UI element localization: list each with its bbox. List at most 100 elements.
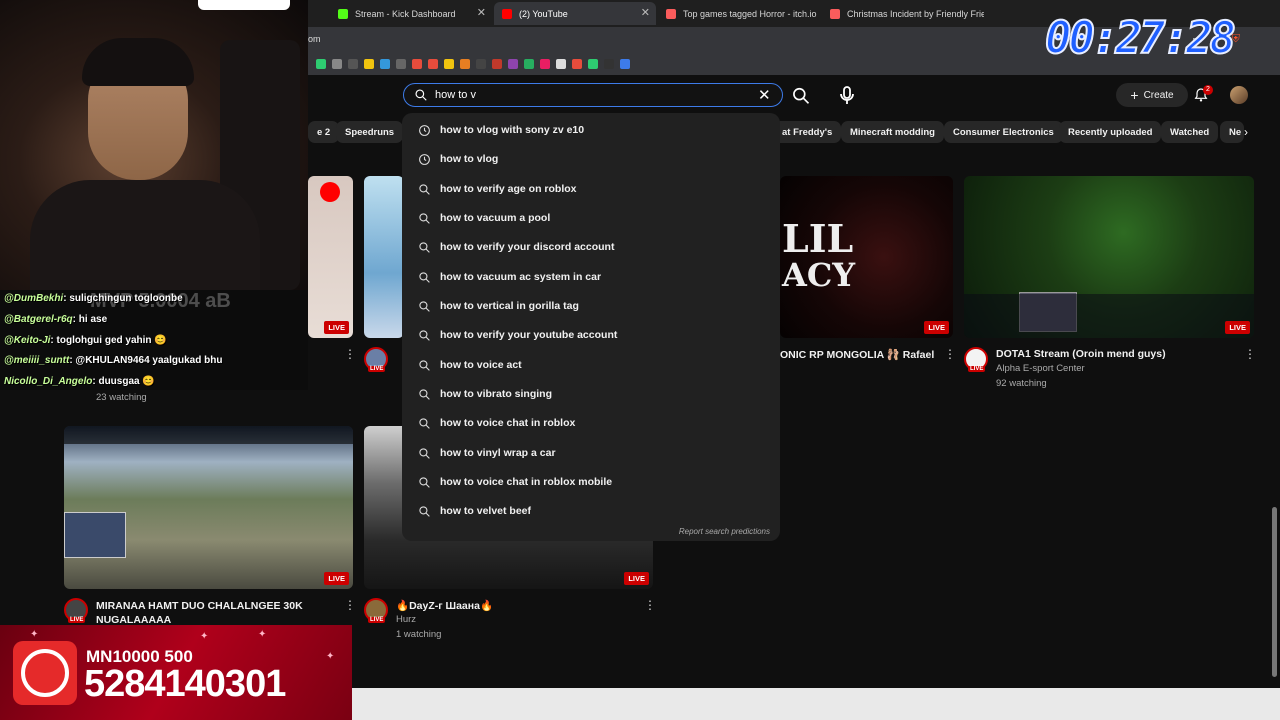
video-thumbnail[interactable]: LIVE: [64, 426, 353, 589]
viewer-count: 92 watching: [996, 378, 1047, 389]
search-icon: [419, 506, 430, 517]
chevron-right-icon[interactable]: ›: [1244, 125, 1248, 139]
more-options-icon[interactable]: ⋮: [344, 347, 356, 361]
voice-search-button[interactable]: [835, 83, 859, 107]
chip[interactable]: Speedruns: [336, 121, 404, 143]
suggestion-text: how to vertical in gorilla tag: [440, 300, 579, 312]
video-thumbnail[interactable]: [364, 176, 404, 338]
folder-icon[interactable]: [364, 59, 374, 69]
live-badge: LIVE: [1225, 321, 1250, 334]
history-icon: [419, 154, 430, 165]
create-button[interactable]: + Create: [1116, 83, 1188, 107]
bookmark-icon[interactable]: [524, 59, 534, 69]
chip[interactable]: at Freddy's: [773, 121, 842, 143]
bookmark-icon[interactable]: [412, 59, 422, 69]
play-icon: [320, 182, 340, 202]
bookmark-icon[interactable]: [604, 59, 614, 69]
video-title[interactable]: 🔥DayZ-г Шаана🔥: [396, 599, 493, 612]
more-options-icon[interactable]: ⋮: [344, 598, 356, 612]
tab-label: Christmas Incident by Friendly Friend: [847, 8, 984, 19]
bookmark-icon[interactable]: [556, 59, 566, 69]
game-hud: [964, 294, 1254, 338]
bookmark-icon[interactable]: [332, 59, 342, 69]
url-text[interactable]: om: [308, 34, 321, 44]
suggestion-item[interactable]: how to voice act: [402, 351, 780, 380]
video-title[interactable]: DOTA1 Stream (Oroin mend guys): [996, 348, 1166, 360]
video-title[interactable]: ONIC RP MONGOLIA 🩰 Rafael: [780, 348, 934, 361]
suggestion-item[interactable]: how to vinyl wrap a car: [402, 439, 780, 468]
suggestion-item[interactable]: how to vacuum ac system in car: [402, 263, 780, 292]
page-scrollbar[interactable]: [1270, 115, 1278, 690]
bookmark-icon[interactable]: [380, 59, 390, 69]
history-icon: [419, 125, 430, 136]
yin-yang-icon: [21, 649, 69, 697]
youtube-icon: [502, 8, 512, 19]
bookmark-icon[interactable]: [316, 59, 326, 69]
close-icon[interactable]: ✕: [477, 6, 486, 19]
bookmark-icon[interactable]: [460, 59, 470, 69]
suggestion-item[interactable]: how to voice chat in roblox: [402, 409, 780, 438]
video-thumbnail[interactable]: LIVE: [964, 176, 1254, 338]
more-options-icon[interactable]: ⋮: [1244, 347, 1256, 361]
create-label: Create: [1143, 89, 1174, 101]
suggestion-item[interactable]: how to vacuum a pool: [402, 204, 780, 233]
video-thumbnail[interactable]: LIVE: [308, 176, 353, 338]
bookmark-icon[interactable]: [396, 59, 406, 69]
tab-christmas-incident[interactable]: Christmas Incident by Friendly Friend: [822, 2, 984, 25]
chip[interactable]: Recently uploaded: [1059, 121, 1162, 143]
close-icon[interactable]: ✕: [641, 6, 650, 19]
chip[interactable]: Minecraft modding: [841, 121, 944, 143]
suggestion-item[interactable]: how to verify age on roblox: [402, 175, 780, 204]
streamer-hair: [82, 38, 194, 86]
tab-youtube[interactable]: (2) YouTube ✕: [494, 2, 656, 25]
bookmark-icon[interactable]: [508, 59, 518, 69]
video-thumbnail[interactable]: LIL ACY LIVE: [780, 176, 953, 338]
channel-live-badge: LIVE: [368, 366, 386, 372]
suggestion-text: how to vacuum ac system in car: [440, 271, 602, 283]
suggestion-item[interactable]: how to verify your discord account: [402, 233, 780, 262]
sparkle-icon: ✦: [30, 629, 39, 640]
bookmark-icon[interactable]: [444, 59, 454, 69]
channel-name[interactable]: Alpha E-sport Center: [996, 363, 1085, 374]
bookmark-icon[interactable]: [476, 59, 486, 69]
channel-name[interactable]: Hurz: [396, 614, 416, 625]
suggestion-item[interactable]: how to velvet beef: [402, 497, 780, 526]
suggestion-item[interactable]: how to vlog: [402, 145, 780, 174]
search-button[interactable]: [791, 83, 811, 107]
bookmark-icon[interactable]: [428, 59, 438, 69]
search-icon: [419, 418, 430, 429]
bookmark-icon[interactable]: [540, 59, 550, 69]
bookmark-icon[interactable]: [620, 59, 630, 69]
report-search-predictions-link[interactable]: Report search predictions: [679, 527, 770, 536]
live-badge: LIVE: [324, 321, 349, 334]
bookmark-icon[interactable]: [492, 59, 502, 69]
bookmark-icon[interactable]: [588, 59, 598, 69]
search-suggestions-dropdown: how to vlog with sony zv e10 how to vlog…: [402, 113, 780, 541]
suggestion-item[interactable]: how to voice chat in roblox mobile: [402, 468, 780, 497]
chip[interactable]: Consumer Electronics: [944, 121, 1063, 143]
more-options-icon[interactable]: ⋮: [944, 347, 956, 361]
account-avatar[interactable]: [1230, 86, 1248, 104]
search-icon: [419, 330, 430, 341]
suggestion-item[interactable]: how to vibrato singing: [402, 380, 780, 409]
chip[interactable]: Ne: [1220, 121, 1244, 143]
suggestion-text: how to vibrato singing: [440, 388, 552, 400]
suggestion-item[interactable]: how to vlog with sony zv e10: [402, 116, 780, 145]
tab-kick-dashboard[interactable]: Stream - Kick Dashboard ✕: [330, 2, 492, 25]
chip[interactable]: e 2: [308, 121, 340, 143]
scrollbar-thumb[interactable]: [1272, 507, 1277, 677]
bookmark-icon[interactable]: [348, 59, 358, 69]
suggestion-item[interactable]: how to vertical in gorilla tag: [402, 292, 780, 321]
suggestion-item[interactable]: how to verify your youtube account: [402, 321, 780, 350]
chip[interactable]: Watched: [1161, 121, 1219, 143]
bookmark-icon[interactable]: [572, 59, 582, 69]
tab-itch-horror[interactable]: Top games tagged Horror - itch.io: [658, 2, 820, 25]
more-options-icon[interactable]: ⋮: [644, 598, 656, 612]
live-badge: LIVE: [924, 321, 949, 334]
suggestion-text: how to voice chat in roblox mobile: [440, 476, 613, 488]
video-title[interactable]: MIRANAA HAMT DUO CHALALNGEE 30K NUGALAAA…: [96, 599, 326, 627]
search-query[interactable]: how to v: [435, 89, 476, 101]
search-input[interactable]: how to v ✕: [403, 83, 783, 107]
clear-search-button[interactable]: ✕: [758, 86, 771, 104]
sparkle-icon: ✦: [200, 631, 209, 642]
